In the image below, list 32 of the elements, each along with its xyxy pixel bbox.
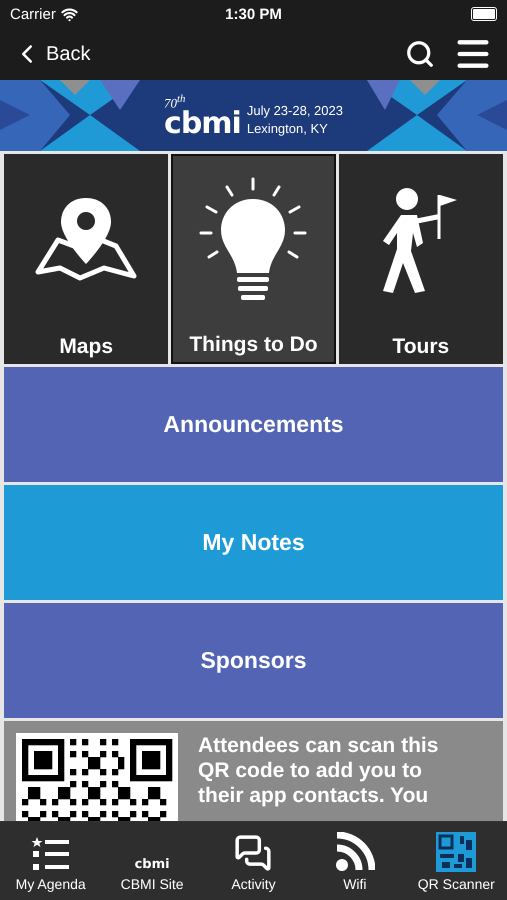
menu-tile[interactable]: Maps — [4, 154, 168, 364]
clock-time: 1:30 PM — [225, 6, 282, 22]
tab-label: CBMI Site — [120, 876, 184, 892]
tab-label: My Agenda — [16, 876, 86, 892]
tab-label: Wifi — [343, 876, 367, 892]
list-icon — [30, 836, 71, 872]
tab-bar-item[interactable]: Wifi — [304, 822, 406, 900]
search-icon[interactable] — [405, 39, 435, 69]
event-location: Lexington, KY — [246, 120, 329, 138]
tab-bar-item[interactable]: Activity — [202, 822, 304, 900]
back-button[interactable]: Back — [12, 39, 90, 69]
tab-logo: cbmi — [134, 857, 170, 872]
event-dates: July 23-28, 2023 — [246, 102, 343, 120]
menu-tile[interactable]: Things to Do — [171, 154, 336, 364]
wifi-icon — [60, 6, 78, 22]
tab-bar-item[interactable]: My Agenda — [0, 822, 102, 900]
qr-code-icon[interactable] — [16, 733, 178, 821]
tab-bar-item[interactable]: QR Scanner — [406, 822, 507, 900]
menu-button[interactable]: Sponsors — [4, 603, 503, 718]
qr-instructions: Attendees can scan this QR code to add you to their app contacts. You — [198, 733, 440, 808]
signal-icon — [334, 832, 375, 872]
menu-button[interactable]: Announcements — [4, 367, 503, 482]
battery-icon — [471, 7, 497, 21]
tab-bar-item[interactable]: cbmi CBMI Site — [101, 822, 203, 900]
carrier-label: Carrier — [10, 6, 56, 22]
tab-label: QR Scanner — [418, 876, 495, 892]
qr-scanner-icon — [436, 832, 476, 872]
logo-wordmark: cbmi — [164, 110, 241, 138]
edition-label: 70$^{th}$ — [164, 93, 186, 110]
chat-bubbles-icon — [234, 834, 272, 872]
menu-tile[interactable]: Tours — [338, 154, 503, 364]
tab-label: Activity — [231, 876, 276, 892]
